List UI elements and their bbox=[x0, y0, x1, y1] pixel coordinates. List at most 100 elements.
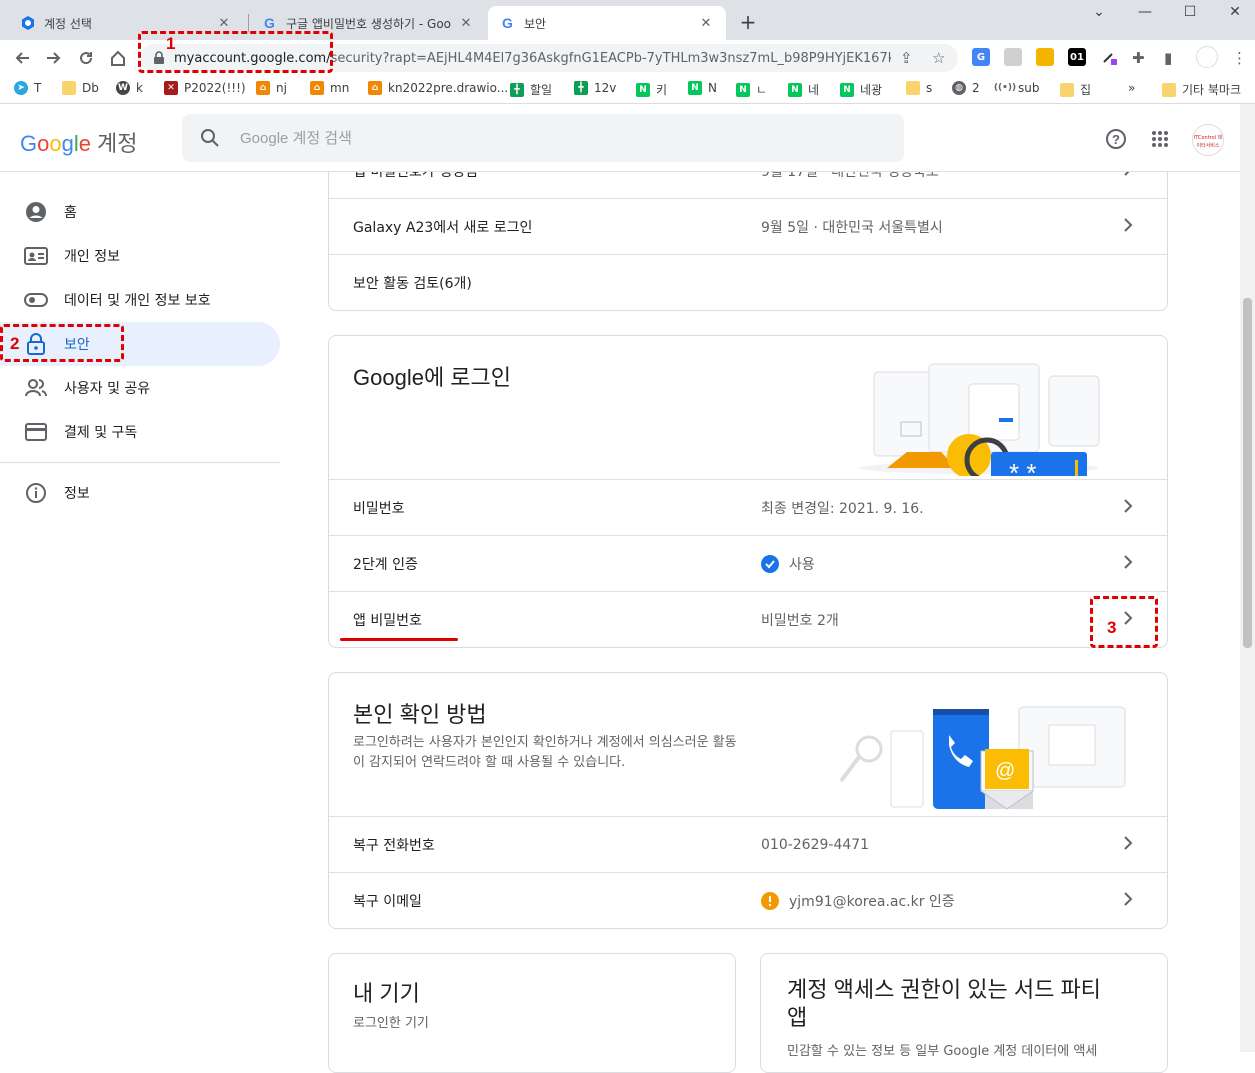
bookmark-item[interactable]: ◍ 2 bbox=[952, 81, 980, 95]
my-devices-card[interactable]: 내 기기 로그인한 기기 bbox=[328, 953, 736, 1073]
bookmark-item[interactable]: Nㄴ bbox=[736, 81, 767, 98]
account-search-box[interactable] bbox=[182, 114, 904, 162]
page-scrollbar[interactable] bbox=[1240, 104, 1255, 1052]
password-row[interactable]: 비밀번호 최종 변경일: 2021. 9. 16. bbox=[329, 479, 1167, 535]
puzzle-extensions-icon[interactable]: ✚ bbox=[1132, 49, 1145, 67]
third-party-card-title: 계정 액세스 권한이 있는 서드 파티 앱 bbox=[787, 976, 1101, 1032]
svg-text:G: G bbox=[264, 15, 275, 31]
close-tab-icon[interactable]: ✕ bbox=[698, 16, 714, 31]
tab-security[interactable]: G 보안 ✕ bbox=[488, 6, 726, 40]
two-step-verification-row[interactable]: 2단계 인증 사용 bbox=[329, 535, 1167, 591]
tab-divider bbox=[248, 14, 249, 32]
forward-arrow-icon bbox=[47, 52, 61, 64]
close-window-button[interactable]: ✕ bbox=[1220, 4, 1250, 20]
sidebar-item-label: 홈 bbox=[64, 205, 77, 221]
drawio-icon: ⌂ bbox=[368, 81, 382, 95]
account-search-input[interactable] bbox=[240, 129, 840, 147]
account-header: Google계정 ? ITControl 데이터서비스 bbox=[0, 104, 1240, 172]
two-step-label: 2단계 인증 bbox=[353, 556, 418, 573]
forward-button[interactable] bbox=[42, 46, 66, 70]
bookmark-item[interactable]: ⌂ mn bbox=[310, 81, 349, 95]
search-icon bbox=[201, 129, 219, 147]
bookmark-item[interactable]: N 네광 bbox=[840, 81, 882, 98]
sidebar-item-payments[interactable]: 결제 및 구독 bbox=[0, 410, 280, 454]
other-bookmarks[interactable]: 기타 북마크 bbox=[1162, 81, 1241, 98]
new-tab-button[interactable]: + bbox=[736, 10, 760, 34]
p2022-icon: ✕ bbox=[164, 81, 178, 95]
sidebar-divider bbox=[0, 462, 280, 463]
review-security-activity-link[interactable]: 보안 활동 검토(6개) bbox=[353, 273, 472, 293]
translate-extension-icon[interactable]: G bbox=[972, 48, 990, 66]
svg-text:?: ? bbox=[1112, 132, 1120, 147]
notes-extension-icon[interactable] bbox=[1036, 48, 1054, 66]
close-tab-icon[interactable]: ✕ bbox=[216, 16, 232, 31]
bookmark-item[interactable]: ╋ 12v bbox=[574, 81, 616, 95]
bookmark-item[interactable]: ➤ T bbox=[14, 81, 41, 95]
tab-search-chevron-icon[interactable]: ⌄ bbox=[1084, 4, 1114, 20]
bookmark-item[interactable]: ✕ P2022(!!!) bbox=[164, 81, 246, 95]
bookmark-star-icon[interactable]: ☆ bbox=[932, 49, 945, 67]
home-icon bbox=[111, 50, 125, 66]
bookmark-item[interactable]: s bbox=[906, 81, 932, 95]
reload-icon bbox=[80, 52, 93, 65]
share-icon[interactable]: ⇪ bbox=[900, 49, 913, 67]
bookmark-item[interactable]: ⌂ kn2022pre.drawio... bbox=[368, 81, 508, 95]
bookmark-item[interactable]: ((•)) sub bbox=[994, 81, 1039, 95]
third-party-apps-card[interactable]: 계정 액세스 권한이 있는 서드 파티 앱 민감할 수 있는 정보 등 일부 G… bbox=[760, 953, 1168, 1073]
credit-card-icon bbox=[24, 420, 48, 444]
home-button[interactable] bbox=[106, 46, 130, 70]
profile-avatar-icon[interactable] bbox=[1196, 46, 1218, 68]
bookmark-item[interactable]: Db bbox=[62, 81, 99, 95]
folder-icon bbox=[62, 81, 76, 95]
bookmark-item[interactable]: NN bbox=[688, 81, 717, 95]
close-tab-icon[interactable]: ✕ bbox=[458, 16, 474, 31]
sidebar-item-personal-info[interactable]: 개인 정보 bbox=[0, 234, 280, 278]
folder-icon bbox=[1060, 82, 1074, 97]
extension-01-icon[interactable]: 01 bbox=[1068, 48, 1086, 66]
google-favicon-icon: G bbox=[262, 15, 278, 31]
signin-card-title: Google에 로그인 bbox=[353, 365, 512, 390]
recovery-phone-row[interactable]: 복구 전화번호 010-2629-4471 bbox=[329, 816, 1167, 872]
account-avatar[interactable]: ITControl 데이터서비스 bbox=[1192, 124, 1224, 156]
back-button[interactable] bbox=[10, 46, 34, 70]
two-step-value: 사용 bbox=[789, 556, 815, 573]
activity-row[interactable]: Galaxy A23에서 새로 로그인 9월 5일 · 대한민국 서울특별시 bbox=[329, 198, 1167, 254]
annotation-underline-app-passwords bbox=[340, 638, 458, 641]
maximize-button[interactable]: ☐ bbox=[1175, 4, 1205, 20]
password-label: 비밀번호 bbox=[353, 500, 405, 517]
sidebar-item-data-privacy[interactable]: 데이터 및 개인 정보 보호 bbox=[0, 278, 280, 322]
sidebar-item-people-sharing[interactable]: 사용자 및 공유 bbox=[0, 366, 280, 410]
app-passwords-label: 앱 비밀번호 bbox=[353, 612, 422, 629]
google-logo: Google bbox=[20, 131, 92, 156]
minimize-button[interactable]: — bbox=[1130, 4, 1160, 20]
extension-icon[interactable] bbox=[1004, 48, 1022, 66]
drawio-icon: ⌂ bbox=[256, 81, 270, 95]
bookmark-item[interactable]: Wk bbox=[116, 81, 143, 95]
password-last-changed: 최종 변경일: 2021. 9. 16. bbox=[761, 500, 924, 517]
sidebar-item-label: 결제 및 구독 bbox=[64, 425, 138, 441]
recovery-phone-label: 복구 전화번호 bbox=[353, 837, 435, 854]
recovery-email-row[interactable]: 복구 이메일 yjm91@korea.ac.kr 인증 bbox=[329, 872, 1167, 928]
scrollbar-thumb[interactable] bbox=[1243, 298, 1252, 648]
bookmark-item[interactable]: N네 bbox=[788, 81, 819, 98]
devices-card-subtitle: 로그인한 기기 bbox=[353, 1016, 429, 1031]
bookmark-item[interactable]: ⌂ nj bbox=[256, 81, 287, 95]
tab-title: 보안 bbox=[524, 16, 547, 31]
help-icon[interactable]: ? bbox=[1105, 128, 1127, 150]
bookmark-item[interactable]: ╋ 할일 bbox=[510, 81, 552, 98]
google-favicon-icon: G bbox=[500, 15, 516, 31]
side-panel-icon[interactable]: ▮ bbox=[1164, 49, 1172, 67]
more-bookmarks-chevron-icon[interactable]: » bbox=[1128, 81, 1135, 95]
devices-card-title: 내 기기 bbox=[353, 981, 420, 1006]
sidebar-item-about[interactable]: 정보 bbox=[0, 471, 280, 515]
sidebar-item-home[interactable]: 홈 bbox=[0, 190, 280, 234]
bookmarks-bar: ➤ T Db Wk ✕ P2022(!!!) ⌂ nj ⌂ mn ⌂ kn2022pre.… bbox=[0, 76, 1255, 104]
folder-icon bbox=[906, 81, 920, 95]
browser-menu-icon[interactable]: ⋮ bbox=[1232, 49, 1247, 67]
bookmark-item[interactable]: 집 bbox=[1060, 81, 1091, 98]
apps-grid-icon[interactable] bbox=[1149, 128, 1171, 150]
bookmark-item[interactable]: N키 bbox=[636, 81, 667, 98]
eyedropper-extension-icon[interactable] bbox=[1100, 48, 1118, 66]
reload-button[interactable] bbox=[74, 46, 98, 70]
google-account-logo[interactable]: Google 계정 bbox=[20, 126, 138, 158]
